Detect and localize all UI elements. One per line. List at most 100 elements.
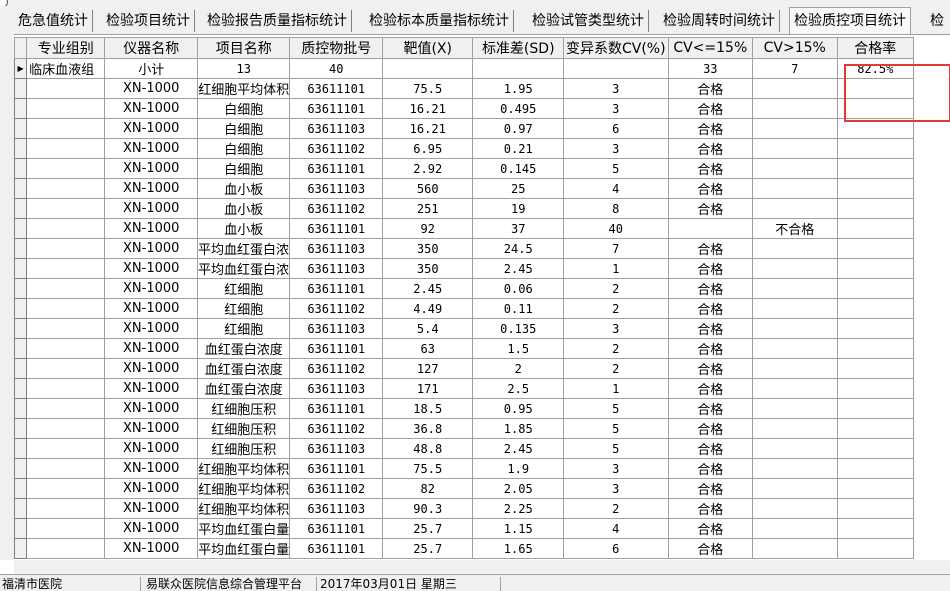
- cell-item[interactable]: 白细胞: [196, 118, 291, 139]
- cell-cv[interactable]: 6: [562, 118, 669, 139]
- cell-cv-gt15[interactable]: 7: [752, 58, 838, 79]
- cell-instrument[interactable]: XN-1000: [104, 198, 198, 219]
- cell-group[interactable]: [26, 178, 106, 199]
- cell-cv[interactable]: 4: [562, 518, 669, 539]
- cell-instrument[interactable]: XN-1000: [104, 178, 198, 199]
- cell-sd[interactable]: 37: [472, 218, 564, 239]
- cell-pass-rate[interactable]: [836, 258, 914, 279]
- cell-sd[interactable]: 2.5: [472, 378, 564, 399]
- cell-sd[interactable]: 1.85: [472, 418, 564, 439]
- cell-group[interactable]: [26, 318, 106, 339]
- cell-lot[interactable]: 63611103: [289, 178, 383, 199]
- cell-target[interactable]: 2.92: [381, 158, 474, 179]
- row-indicator[interactable]: [14, 378, 28, 399]
- table-row[interactable]: XN-1000 血红蛋白浓度 63611103 171 2.5 1 合格: [14, 378, 914, 399]
- cell-group[interactable]: [26, 378, 106, 399]
- cell-group[interactable]: [26, 478, 106, 499]
- cell-cv-gt15[interactable]: [752, 298, 838, 319]
- cell-cv-le15[interactable]: 合格: [667, 98, 754, 119]
- horizontal-scrollbar-track[interactable]: [14, 560, 950, 574]
- cell-sd[interactable]: 25: [472, 178, 564, 199]
- cell-cv-le15[interactable]: 合格: [667, 158, 754, 179]
- tab-turnaround-time[interactable]: 检验周转时间统计: [659, 10, 780, 32]
- cell-cv[interactable]: 6: [562, 538, 669, 559]
- col-header-cv-le15[interactable]: CV<=15%: [667, 37, 754, 59]
- cell-cv-le15[interactable]: 合格: [667, 118, 754, 139]
- cell-cv-le15[interactable]: 合格: [667, 318, 754, 339]
- cell-target[interactable]: 48.8: [381, 438, 474, 459]
- cell-item[interactable]: 白细胞: [196, 138, 291, 159]
- cell-group[interactable]: [26, 438, 106, 459]
- cell-lot[interactable]: 63611102: [289, 138, 383, 159]
- table-row[interactable]: XN-1000 血红蛋白浓度 63611101 63 1.5 2 合格: [14, 338, 914, 359]
- col-header-cv[interactable]: 变异系数CV(%): [562, 37, 669, 59]
- cell-pass-rate[interactable]: [836, 338, 914, 359]
- cell-sd[interactable]: 24.5: [472, 238, 564, 259]
- cell-instrument[interactable]: XN-1000: [104, 158, 198, 179]
- tab-critical-value[interactable]: 危急值统计: [14, 10, 93, 32]
- cell-instrument[interactable]: XN-1000: [104, 518, 198, 539]
- cell-instrument[interactable]: XN-1000: [104, 278, 198, 299]
- cell-group[interactable]: [26, 78, 106, 99]
- cell-instrument[interactable]: XN-1000: [104, 138, 198, 159]
- cell-pass-rate[interactable]: [836, 278, 914, 299]
- cell-pass-rate[interactable]: [836, 238, 914, 259]
- cell-group[interactable]: [26, 218, 106, 239]
- cell-group[interactable]: [26, 98, 106, 119]
- cell-group[interactable]: [26, 518, 106, 539]
- tab-specimen-quality[interactable]: 检验标本质量指标统计: [365, 10, 514, 32]
- cell-group[interactable]: [26, 418, 106, 439]
- row-indicator[interactable]: [14, 418, 28, 439]
- table-row[interactable]: XN-1000 红细胞压积 63611101 18.5 0.95 5 合格: [14, 398, 914, 419]
- cell-instrument[interactable]: XN-1000: [104, 338, 198, 359]
- col-header-group[interactable]: 专业组别: [26, 37, 106, 59]
- cell-lot[interactable]: 63611103: [289, 378, 383, 399]
- cell-pass-rate[interactable]: [836, 78, 914, 99]
- cell-instrument[interactable]: XN-1000: [104, 398, 198, 419]
- row-indicator[interactable]: [14, 118, 28, 139]
- cell-item[interactable]: 红细胞: [196, 318, 291, 339]
- cell-pass-rate[interactable]: [836, 178, 914, 199]
- cell-pass-rate[interactable]: [836, 398, 914, 419]
- cell-group[interactable]: [26, 338, 106, 359]
- cell-lot[interactable]: 63611101: [289, 538, 383, 559]
- cell-cv-gt15[interactable]: [752, 338, 838, 359]
- cell-item[interactable]: 平均血红蛋白浓度: [196, 238, 291, 259]
- cell-cv-gt15[interactable]: [752, 538, 838, 559]
- cell-target[interactable]: 127: [381, 358, 474, 379]
- cell-sd[interactable]: 0.97: [472, 118, 564, 139]
- cell-cv[interactable]: 5: [562, 398, 669, 419]
- cell-cv-gt15[interactable]: [752, 238, 838, 259]
- cell-sd[interactable]: 19: [472, 198, 564, 219]
- cell-pass-rate[interactable]: [836, 458, 914, 479]
- cell-pass-rate[interactable]: [836, 518, 914, 539]
- cell-item[interactable]: 血小板: [196, 198, 291, 219]
- table-row[interactable]: XN-1000 血红蛋白浓度 63611102 127 2 2 合格: [14, 358, 914, 379]
- cell-cv-le15[interactable]: 合格: [667, 238, 754, 259]
- cell-target[interactable]: 18.5: [381, 398, 474, 419]
- cell-lot[interactable]: 63611103: [289, 318, 383, 339]
- row-indicator[interactable]: [14, 78, 28, 99]
- cell-instrument[interactable]: XN-1000: [104, 418, 198, 439]
- cell-lot[interactable]: 63611102: [289, 198, 383, 219]
- cell-sd[interactable]: 0.95: [472, 398, 564, 419]
- cell-cv[interactable]: 3: [562, 138, 669, 159]
- cell-target[interactable]: 251: [381, 198, 474, 219]
- cell-sd[interactable]: 0.145: [472, 158, 564, 179]
- cell-target[interactable]: 350: [381, 238, 474, 259]
- cell-cv-gt15[interactable]: [752, 398, 838, 419]
- cell-cv[interactable]: 1: [562, 378, 669, 399]
- cell-sd[interactable]: 2.45: [472, 258, 564, 279]
- cell-cv-gt15[interactable]: [752, 378, 838, 399]
- cell-instrument[interactable]: XN-1000: [104, 378, 198, 399]
- cell-item[interactable]: 红细胞平均体积: [196, 458, 291, 479]
- cell-item[interactable]: 红细胞: [196, 298, 291, 319]
- cell-instrument[interactable]: XN-1000: [104, 538, 198, 559]
- cell-cv-le15[interactable]: 合格: [667, 258, 754, 279]
- cell-item[interactable]: 平均血红蛋白浓度: [196, 258, 291, 279]
- cell-cv[interactable]: 8: [562, 198, 669, 219]
- table-row[interactable]: XN-1000 红细胞 63611102 4.49 0.11 2 合格: [14, 298, 914, 319]
- cell-item[interactable]: 红细胞压积: [196, 418, 291, 439]
- cell-cv-gt15[interactable]: [752, 518, 838, 539]
- cell-pass-rate[interactable]: [836, 358, 914, 379]
